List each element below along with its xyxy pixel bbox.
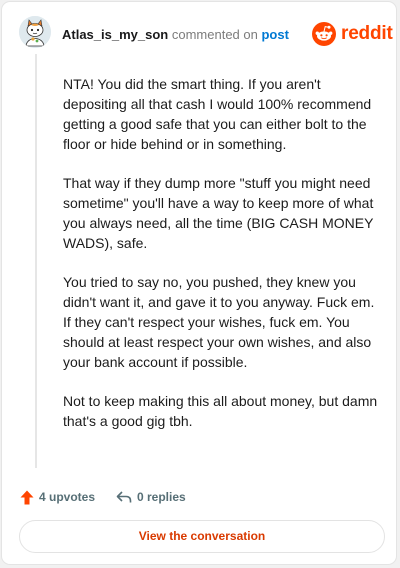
comment-embed-card: Atlas_is_my_son commented on post reddit… — [1, 1, 397, 565]
upvote-arrow-icon — [20, 490, 34, 504]
comment-paragraph: NTA! You did the smart thing. If you are… — [63, 76, 372, 152]
upvote-count: 4 upvotes — [39, 490, 96, 504]
snoo-avatar-icon — [19, 16, 51, 48]
upvote-button[interactable]: 4 upvotes — [20, 488, 95, 506]
view-conversation-button[interactable]: View the conversation — [19, 520, 385, 553]
comment-paragraph: You tried to say no, you pushed, they kn… — [63, 274, 375, 370]
comment-paragraph: Not to keep making this all about money,… — [63, 393, 378, 429]
reply-count: 0 replies — [137, 490, 186, 504]
thread-line — [35, 54, 37, 468]
comment-actions: 4 upvotes 0 replies — [20, 488, 380, 506]
user-avatar[interactable] — [19, 16, 51, 48]
commented-on-text: commented on — [171, 27, 258, 42]
reddit-snoo-icon — [312, 22, 336, 46]
reddit-logo[interactable]: reddit — [312, 22, 393, 46]
comment-paragraph: That way if they dump more "stuff you mi… — [63, 175, 374, 251]
post-link[interactable]: post — [261, 27, 288, 42]
username-link[interactable]: Atlas_is_my_son — [62, 27, 168, 42]
comment-body: NTA! You did the smart thing. If you are… — [63, 74, 385, 450]
reddit-wordmark: reddit — [341, 23, 393, 44]
comment-header: Atlas_is_my_son commented on post — [62, 27, 289, 43]
reply-arrow-icon — [116, 491, 132, 503]
reply-button[interactable]: 0 replies — [116, 488, 186, 506]
